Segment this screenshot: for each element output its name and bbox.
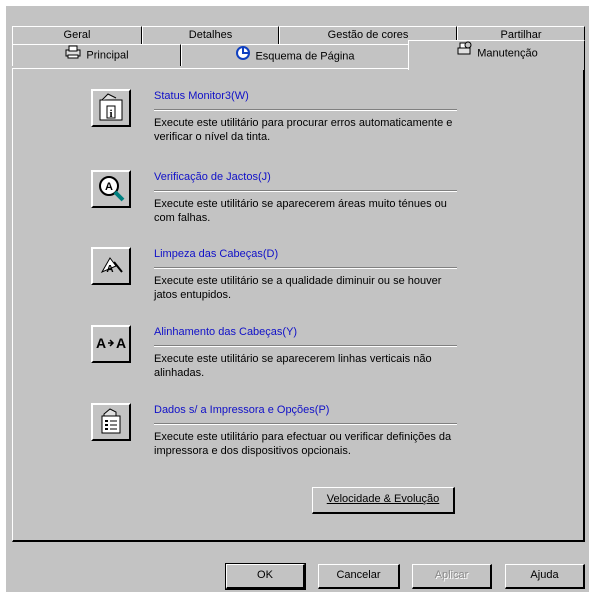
svg-text:A: A xyxy=(96,335,106,351)
printer-options-link[interactable]: Dados s/ a Impressora e Opções(P) xyxy=(154,404,329,416)
divider xyxy=(154,267,457,269)
tab-geral[interactable]: Geral xyxy=(12,26,142,45)
divider xyxy=(154,109,457,111)
status-monitor-button[interactable]: i xyxy=(91,89,131,127)
head-alignment-description: Execute este utilitário se aparecerem li… xyxy=(154,353,432,379)
maintenance-panel: i Status Monitor3(W) Execute este utilit… xyxy=(12,68,585,542)
tab-detalhes-label: Detalhes xyxy=(188,29,233,41)
status-monitor-link[interactable]: Status Monitor3(W) xyxy=(154,90,249,102)
help-button[interactable]: Ajuda xyxy=(505,564,585,589)
svg-text:A: A xyxy=(105,181,113,193)
head-cleaning-icon: A xyxy=(96,250,126,283)
divider xyxy=(154,423,457,425)
utility-printer-options: Dados s/ a Impressora e Opções(P) Execut… xyxy=(13,403,573,473)
svg-text:i: i xyxy=(109,108,112,120)
maintenance-icon xyxy=(455,41,473,66)
tab-esquema-de-pagina[interactable]: Esquema de Página xyxy=(181,44,409,66)
head-cleaning-link[interactable]: Limpeza das Cabeças(D) xyxy=(154,248,278,260)
status-monitor-icon: i xyxy=(96,92,126,125)
head-alignment-button[interactable]: AA xyxy=(91,325,131,363)
utility-status-monitor: i Status Monitor3(W) Execute este utilit… xyxy=(13,89,573,159)
head-cleaning-button[interactable]: A xyxy=(91,247,131,285)
nozzle-check-button[interactable]: A xyxy=(91,170,131,208)
tab-esquema-label: Esquema de Página xyxy=(255,50,355,63)
tab-gestao-label: Gestão de cores xyxy=(327,29,409,41)
svg-text:A: A xyxy=(116,335,126,351)
speed-progress-label: Velocidade & Evolução xyxy=(326,493,440,505)
divider xyxy=(154,345,457,347)
tab-detalhes[interactable]: Detalhes xyxy=(142,26,279,45)
tab-manutencao-label: Manutenção xyxy=(477,47,538,60)
tab-geral-label: Geral xyxy=(63,29,91,41)
nozzle-check-description: Execute este utilitário se aparecerem ár… xyxy=(154,198,447,224)
head-cleaning-description: Execute este utilitário se a qualidade d… xyxy=(154,275,442,301)
nozzle-check-link[interactable]: Verificação de Jactos(J) xyxy=(154,171,271,183)
utility-head-alignment: AA Alinhamento das Cabeças(Y) Execute es… xyxy=(13,325,573,395)
ok-button[interactable]: OK xyxy=(225,563,306,590)
apply-button[interactable]: Aplicar xyxy=(412,564,492,589)
utility-nozzle-check: A Verificação de Jactos(J) Execute este … xyxy=(13,170,573,240)
printer-options-button[interactable] xyxy=(91,403,131,441)
printer-options-icon xyxy=(96,406,126,439)
tab-manutencao[interactable]: Manutenção xyxy=(408,40,585,70)
tab-principal[interactable]: Principal xyxy=(12,44,181,66)
head-alignment-link[interactable]: Alinhamento das Cabeças(Y) xyxy=(154,326,297,338)
tab-principal-label: Principal xyxy=(86,49,129,62)
nozzle-check-icon: A xyxy=(96,173,126,206)
status-monitor-description: Execute este utilitário para procurar er… xyxy=(154,117,453,143)
head-alignment-icon: AA xyxy=(95,333,127,356)
cancel-button[interactable]: Cancelar xyxy=(318,564,400,589)
speed-progress-button[interactable]: Velocidade & Evolução xyxy=(312,487,455,514)
divider xyxy=(154,190,457,192)
printer-options-description: Execute este utilitário para efectuar ou… xyxy=(154,431,452,457)
page-layout-icon xyxy=(235,45,251,68)
printer-icon xyxy=(64,45,82,66)
svg-text:A: A xyxy=(106,264,113,275)
utility-head-cleaning: A Limpeza das Cabeças(D) Execute este ut… xyxy=(13,247,573,317)
